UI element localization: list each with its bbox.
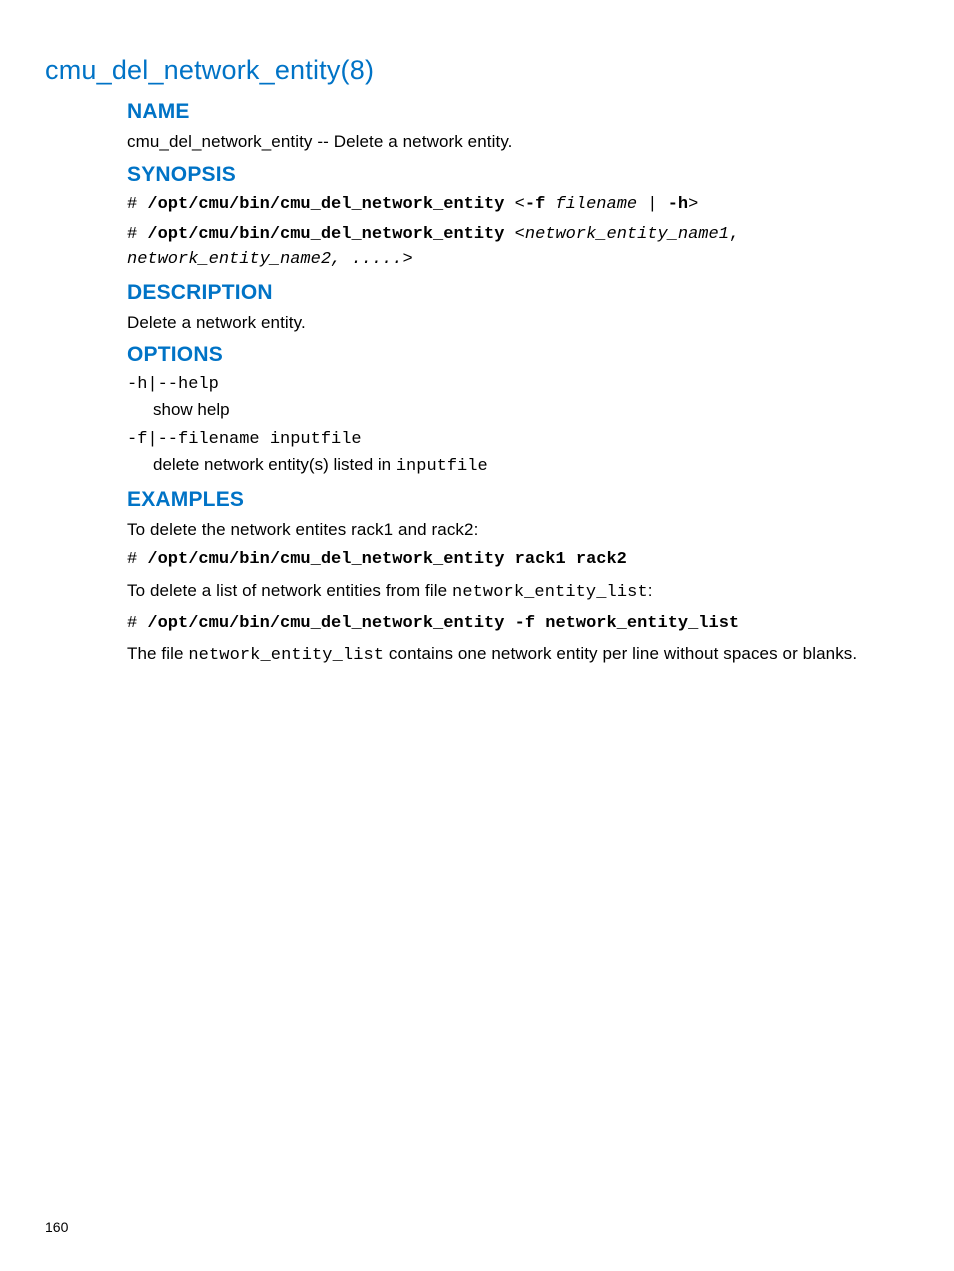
command-path: /opt/cmu/bin/cmu_del_network_entity bbox=[147, 195, 504, 214]
arg-name1: network_entity_name1 bbox=[525, 225, 729, 244]
prompt: # bbox=[127, 550, 147, 569]
close-bracket: > bbox=[688, 195, 698, 214]
arg-name2: network_entity_name2 bbox=[127, 250, 331, 269]
section-heading-description: DESCRIPTION bbox=[127, 281, 899, 305]
example-note: The file network_entity_list contains on… bbox=[127, 642, 899, 669]
section-heading-options: OPTIONS bbox=[127, 343, 899, 367]
name-text: cmu_del_network_entity -- Delete a netwo… bbox=[127, 130, 899, 155]
prompt: # bbox=[127, 225, 147, 244]
prompt: # bbox=[127, 195, 147, 214]
option-term: -h|--help bbox=[127, 373, 899, 398]
page-number: 160 bbox=[45, 1219, 68, 1235]
option-description: show help bbox=[153, 398, 899, 423]
example-command-1: # /opt/cmu/bin/cmu_del_network_entity ra… bbox=[127, 548, 899, 573]
section-heading-examples: EXAMPLES bbox=[127, 488, 899, 512]
option-filename: -f|--filename inputfile delete network e… bbox=[127, 428, 899, 479]
synopsis-line-1: # /opt/cmu/bin/cmu_del_network_entity <-… bbox=[127, 193, 899, 218]
prompt: # bbox=[127, 614, 147, 633]
command-text: /opt/cmu/bin/cmu_del_network_entity -f n… bbox=[147, 614, 739, 633]
option-help: -h|--help show help bbox=[127, 373, 899, 422]
example-intro-2: To delete a list of network entities fro… bbox=[127, 579, 899, 606]
command-path: /opt/cmu/bin/cmu_del_network_entity bbox=[147, 225, 504, 244]
note-pre: The file bbox=[127, 644, 188, 663]
inline-code: network_entity_list bbox=[188, 646, 384, 665]
arg-filename: filename bbox=[555, 195, 637, 214]
close-bracket: > bbox=[402, 250, 412, 269]
intro-post: : bbox=[648, 581, 653, 600]
sep: , bbox=[729, 225, 739, 244]
description-text: Delete a network entity. bbox=[127, 311, 899, 336]
flag-h: -h bbox=[668, 195, 688, 214]
content-body: NAME cmu_del_network_entity -- Delete a … bbox=[127, 100, 899, 669]
example-command-2: # /opt/cmu/bin/cmu_del_network_entity -f… bbox=[127, 612, 899, 637]
flag-f: -f bbox=[525, 195, 545, 214]
page-title: cmu_del_network_entity(8) bbox=[45, 55, 909, 86]
inline-code: inputfile bbox=[396, 457, 488, 476]
synopsis-line-2: # /opt/cmu/bin/cmu_del_network_entity <n… bbox=[127, 223, 899, 272]
section-heading-name: NAME bbox=[127, 100, 899, 124]
command-text: /opt/cmu/bin/cmu_del_network_entity rack… bbox=[147, 550, 626, 569]
option-description: delete network entity(s) listed in input… bbox=[153, 453, 899, 480]
option-term: -f|--filename inputfile bbox=[127, 428, 899, 453]
dots: , ..... bbox=[331, 250, 402, 269]
pipe: | bbox=[637, 195, 668, 214]
note-post: contains one network entity per line wit… bbox=[384, 644, 857, 663]
space bbox=[545, 195, 555, 214]
example-intro-1: To delete the network entites rack1 and … bbox=[127, 518, 899, 543]
intro-pre: To delete a list of network entities fro… bbox=[127, 581, 452, 600]
section-heading-synopsis: SYNOPSIS bbox=[127, 163, 899, 187]
inline-code: network_entity_list bbox=[452, 583, 648, 602]
open-bracket: < bbox=[504, 225, 524, 244]
desc-text: delete network entity(s) listed in bbox=[153, 455, 396, 474]
open-bracket: < bbox=[504, 195, 524, 214]
